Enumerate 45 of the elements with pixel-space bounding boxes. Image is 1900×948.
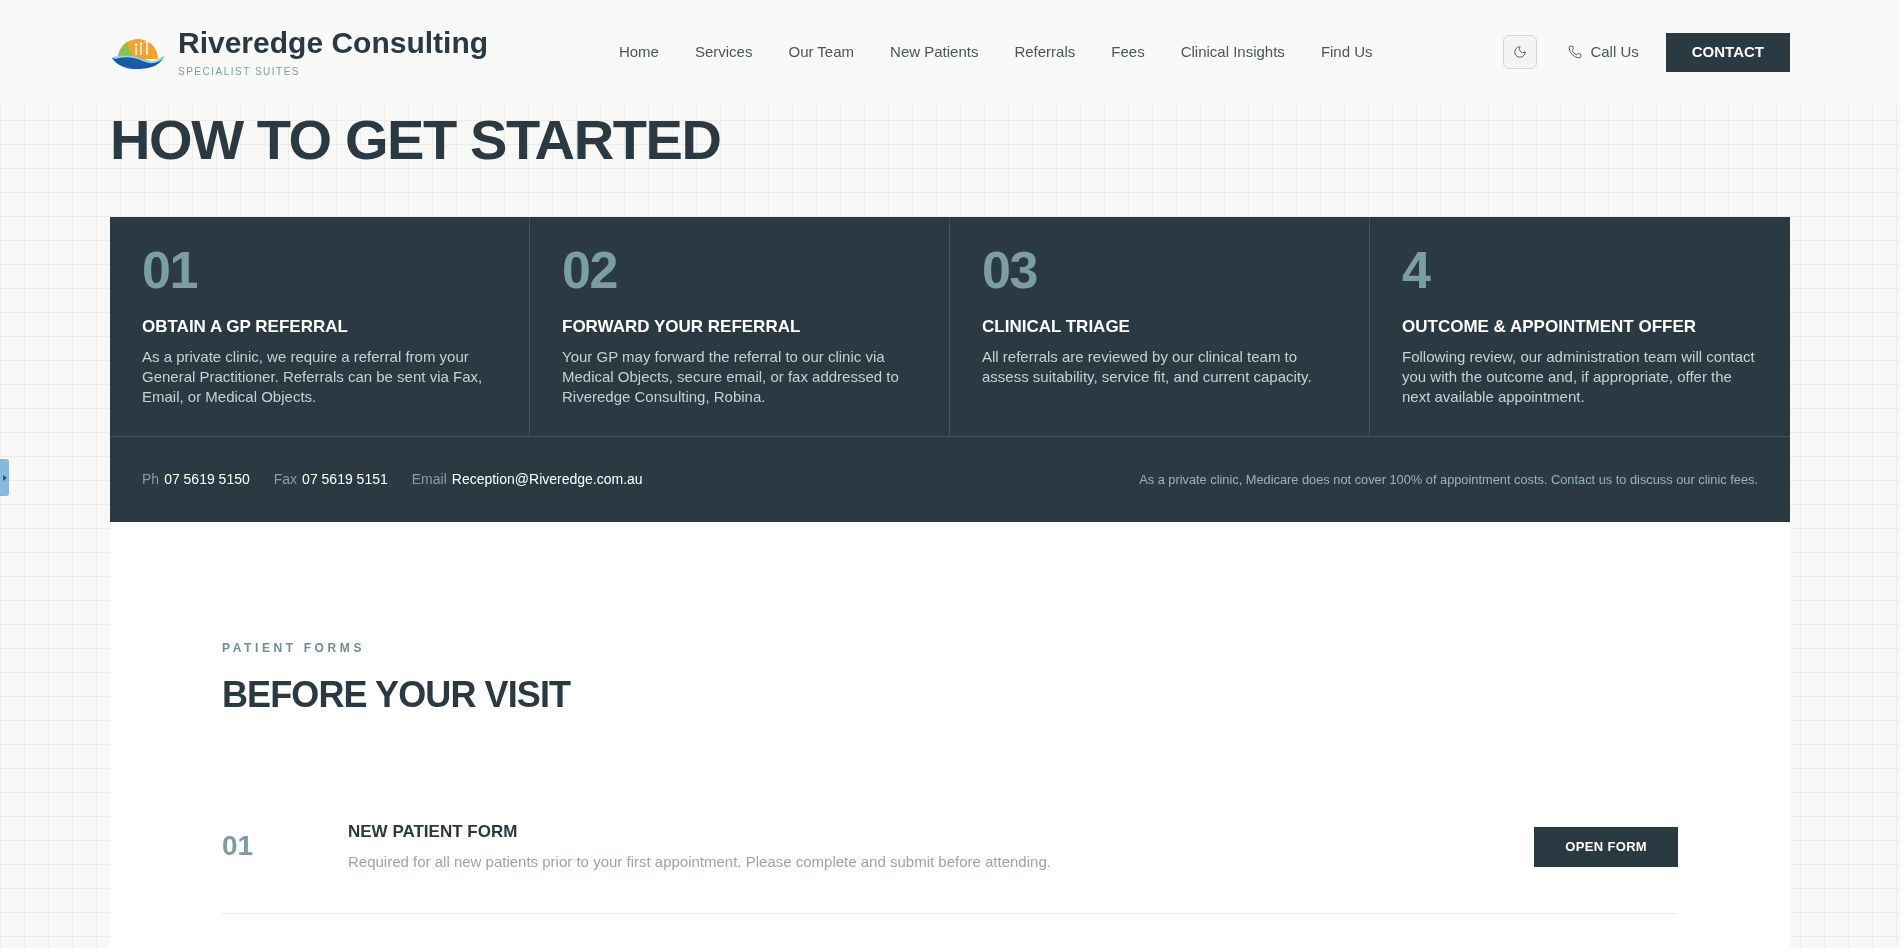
step-description: Following review, our administration team will contact you with the outcome and, if appropriate, offer the next available appointment. (1402, 347, 1756, 407)
nav-link[interactable]: Fees (1111, 40, 1145, 64)
step-title: FORWARD YOUR REFERRAL (562, 317, 801, 337)
step-description: Your GP may forward the referral to our clinic via Medical Objects, secure email, or fax addressed to Riveredge Consulting, Robina. (562, 347, 900, 407)
step-title: OUTCOME & APPOINTMENT OFFER (1402, 317, 1697, 337)
contact-label: Fax (273, 470, 298, 489)
page-title: HOW TO GET STARTED (110, 112, 721, 168)
step-number: 4 (1402, 244, 1430, 296)
call-us-link[interactable]: Call Us (1568, 40, 1639, 64)
brand-tagline: SPECIALIST SUITES (178, 66, 300, 77)
form-description: Required for all new patients prior to your first appointment. Please complete and submit before attending. (348, 852, 1051, 872)
step-description: As a private clinic, we require a referral from your General Practitioner. Referrals can be sent via Fax, Email, or Medical Objects. (142, 347, 484, 407)
contact-us-link[interactable]: Contact us (1551, 471, 1613, 487)
step-number: 01 (142, 244, 198, 296)
section-title: BEFORE YOUR VISIT (222, 677, 571, 713)
nav-link[interactable]: Clinical Insights (1180, 40, 1285, 64)
brand-name: Riveredge Consulting (178, 27, 489, 58)
section-eyebrow: PATIENT FORMS (222, 640, 366, 656)
phone-icon (1568, 45, 1583, 59)
open-form-button[interactable]: OPEN FORM (1534, 827, 1678, 867)
step-number: 02 (562, 244, 618, 296)
contact-label: Ph (142, 470, 160, 489)
caret-right-icon (2, 474, 7, 481)
step-title: OBTAIN A GP REFERRAL (142, 317, 348, 337)
nav-link[interactable]: Services (694, 40, 753, 64)
nav-link[interactable]: Our Team (788, 40, 855, 64)
nav-link[interactable]: Referrals (1014, 40, 1076, 64)
call-us-label: Call Us (1590, 41, 1639, 62)
contact-value: Reception@Riveredge.com.au (451, 470, 643, 489)
side-panel-handle[interactable] (0, 459, 9, 496)
contact-value: 07 5619 5150 (164, 470, 250, 489)
moon-icon (1513, 45, 1528, 59)
form-title: NEW PATIENT FORM (348, 822, 518, 842)
contact-label: Email (411, 470, 447, 489)
theme-toggle-button[interactable] (1503, 35, 1538, 69)
step-description: All referrals are reviewed by our clinical team to assess suitability, service fit, and current capacity. (982, 347, 1313, 387)
form-number: 01 (222, 830, 254, 861)
nav-link[interactable]: Find Us (1320, 40, 1373, 64)
fees-note: As a private clinic, Medicare does not cover 100% of appointment costs. Contact us to discuss our clinic fees. (1139, 470, 1758, 489)
step-title: CLINICAL TRIAGE (982, 317, 1130, 337)
nav-link[interactable]: New Patients (890, 40, 979, 64)
contact-button[interactable]: CONTACT (1665, 32, 1790, 72)
contact-value: 07 5619 5151 (302, 470, 388, 489)
nav-link[interactable]: Home (618, 40, 659, 64)
step-number: 03 (982, 244, 1038, 296)
